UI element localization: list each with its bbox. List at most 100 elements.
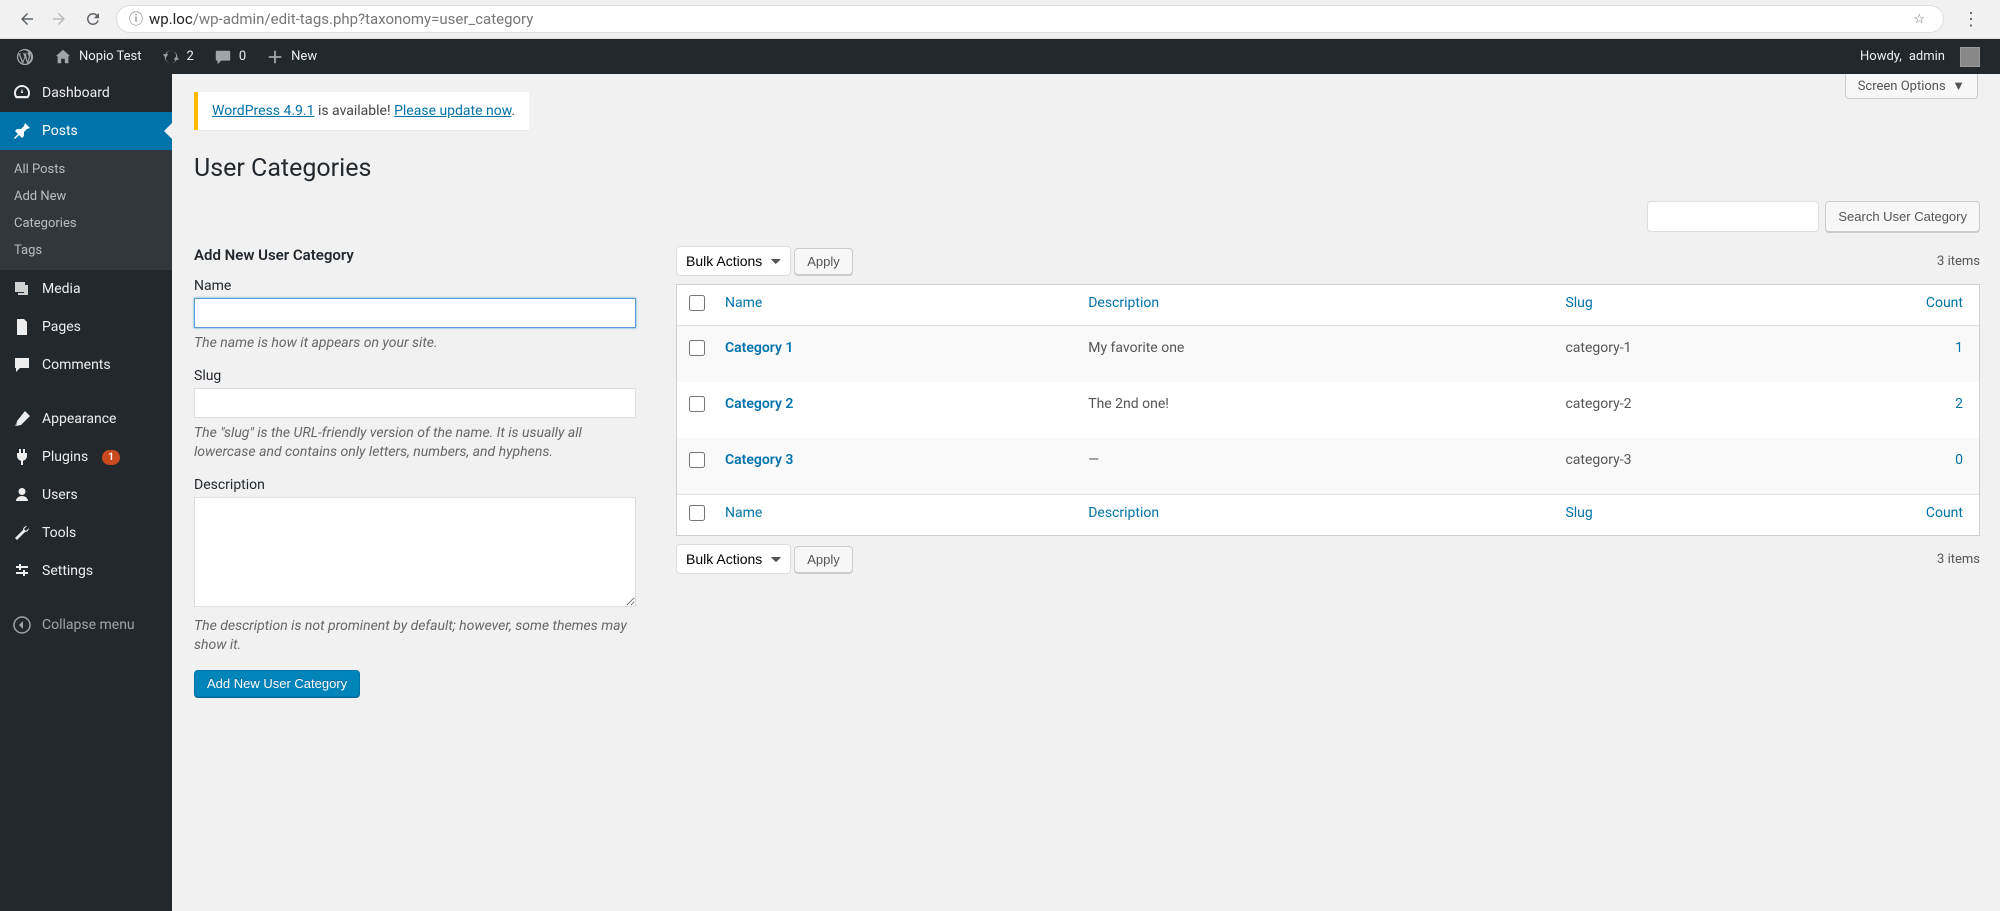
url-host: wp.loc <box>149 10 193 28</box>
new-label: New <box>291 49 317 64</box>
wp-admin-bar: Nopio Test 2 0 New Howdy, admin <box>0 39 2000 74</box>
col-description[interactable]: Description <box>1078 285 1555 326</box>
url-path: /wp-admin/edit-tags.php?taxonomy=user_ca… <box>193 10 534 28</box>
row-checkbox[interactable] <box>689 340 705 356</box>
row-title-link[interactable]: Category 1 <box>725 340 793 356</box>
browser-forward-icon[interactable] <box>50 10 68 28</box>
submenu-categories[interactable]: Categories <box>0 210 172 237</box>
browser-back-icon[interactable] <box>18 10 36 28</box>
col-name-foot[interactable]: Name <box>715 494 1078 535</box>
pin-icon <box>12 121 32 141</box>
menu-settings[interactable]: Settings <box>0 552 172 590</box>
row-count-link[interactable]: 0 <box>1955 452 1963 468</box>
bulk-actions-select-bottom[interactable]: Bulk Actions <box>676 544 791 574</box>
menu-media[interactable]: Media <box>0 270 172 308</box>
col-count[interactable]: Count <box>1909 285 1979 326</box>
description-label: Description <box>194 477 636 493</box>
col-slug-foot[interactable]: Slug <box>1555 494 1909 535</box>
slug-input[interactable] <box>194 388 636 418</box>
search-button[interactable]: Search User Category <box>1825 201 1980 232</box>
items-count-top: 3 items <box>1937 254 1980 269</box>
appearance-icon <box>12 409 32 429</box>
row-title-link[interactable]: Category 3 <box>725 452 793 468</box>
settings-icon <box>12 561 32 581</box>
comments-link[interactable]: 0 <box>204 39 256 74</box>
menu-label: Collapse menu <box>42 617 135 633</box>
menu-plugins[interactable]: Plugins 1 <box>0 438 172 476</box>
apply-button-bottom[interactable]: Apply <box>794 546 853 573</box>
browser-reload-icon[interactable] <box>84 10 102 28</box>
browser-menu-icon[interactable]: ⋮ <box>1950 9 1992 30</box>
menu-tools[interactable]: Tools <box>0 514 172 552</box>
menu-label: Posts <box>42 123 78 139</box>
submit-button[interactable]: Add New User Category <box>194 670 360 697</box>
menu-label: Settings <box>42 563 93 579</box>
search-input[interactable] <box>1647 201 1819 232</box>
menu-posts[interactable]: Posts <box>0 112 172 150</box>
media-icon <box>12 279 32 299</box>
row-checkbox[interactable] <box>689 452 705 468</box>
update-now-link[interactable]: Please update now <box>394 103 511 119</box>
menu-label: Media <box>42 281 81 297</box>
new-content-link[interactable]: New <box>256 39 327 74</box>
name-label: Name <box>194 278 636 294</box>
screen-options-tab[interactable]: Screen Options ▼ <box>1845 74 1978 99</box>
slug-description: The "slug" is the URL-friendly version o… <box>194 424 636 463</box>
browser-url-bar[interactable]: ⓘ wp.loc /wp-admin/edit-tags.php?taxonom… <box>116 5 1944 33</box>
users-icon <box>12 485 32 505</box>
menu-label: Plugins <box>42 449 88 465</box>
row-description: — <box>1078 438 1555 494</box>
col-count-foot[interactable]: Count <box>1909 494 1979 535</box>
bulk-actions-select-top[interactable]: Bulk Actions <box>676 246 791 276</box>
row-slug: category-3 <box>1555 438 1909 494</box>
submenu-add-new[interactable]: Add New <box>0 183 172 210</box>
menu-label: Users <box>42 487 78 503</box>
admin-sidebar: Dashboard Posts All Posts Add New Catego… <box>0 74 172 911</box>
select-all-bottom[interactable] <box>689 505 705 521</box>
menu-collapse[interactable]: Collapse menu <box>0 606 172 644</box>
updates-link[interactable]: 2 <box>152 39 204 74</box>
items-count-bottom: 3 items <box>1937 552 1980 567</box>
update-icon <box>162 48 180 66</box>
submenu-all-posts[interactable]: All Posts <box>0 156 172 183</box>
howdy-prefix: Howdy, <box>1860 49 1902 64</box>
categories-table: Name Description Slug Count Category 1 My… <box>676 284 1980 536</box>
wp-version-link[interactable]: WordPress 4.9.1 <box>212 103 314 119</box>
plugin-update-badge: 1 <box>102 450 120 465</box>
name-input[interactable] <box>194 298 636 328</box>
select-all-top[interactable] <box>689 295 705 311</box>
plus-icon <box>266 48 284 66</box>
col-name[interactable]: Name <box>715 285 1078 326</box>
info-icon: ⓘ <box>129 9 143 29</box>
row-count-link[interactable]: 1 <box>1955 340 1963 356</box>
star-icon[interactable]: ☆ <box>1913 12 1925 27</box>
menu-comments[interactable]: Comments <box>0 346 172 384</box>
menu-label: Pages <box>42 319 81 335</box>
site-name-link[interactable]: Nopio Test <box>44 39 152 74</box>
description-textarea[interactable] <box>194 497 636 607</box>
row-title-link[interactable]: Category 2 <box>725 396 793 412</box>
avatar <box>1960 47 1980 67</box>
menu-label: Appearance <box>42 411 116 427</box>
row-count-link[interactable]: 2 <box>1955 396 1963 412</box>
col-description-foot[interactable]: Description <box>1078 494 1555 535</box>
site-name: Nopio Test <box>79 49 142 64</box>
wp-logo[interactable] <box>6 39 44 74</box>
menu-pages[interactable]: Pages <box>0 308 172 346</box>
my-account-link[interactable]: Howdy, admin <box>1850 39 1990 74</box>
menu-dashboard[interactable]: Dashboard <box>0 74 172 112</box>
submenu-tags[interactable]: Tags <box>0 237 172 264</box>
menu-appearance[interactable]: Appearance <box>0 400 172 438</box>
home-icon <box>54 48 72 66</box>
col-slug[interactable]: Slug <box>1555 285 1909 326</box>
row-slug: category-2 <box>1555 382 1909 438</box>
posts-submenu: All Posts Add New Categories Tags <box>0 150 172 270</box>
page-title: User Categories <box>194 154 1980 183</box>
row-checkbox[interactable] <box>689 396 705 412</box>
row-description: My favorite one <box>1078 326 1555 382</box>
apply-button-top[interactable]: Apply <box>794 248 853 275</box>
comments-count: 0 <box>239 49 246 64</box>
table-row: Category 3 —category-3 0 <box>677 438 1979 494</box>
menu-users[interactable]: Users <box>0 476 172 514</box>
plugins-icon <box>12 447 32 467</box>
